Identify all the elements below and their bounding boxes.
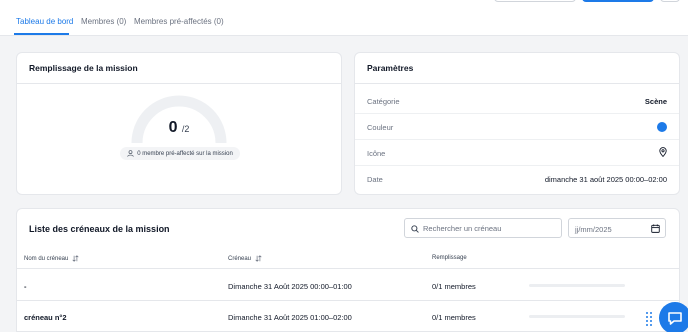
preassigned-badge: 0 membre pré-affecté sur la mission: [120, 147, 240, 160]
tab-preassigned-members[interactable]: Membres pré-affectés (0): [134, 17, 224, 26]
chat-button[interactable]: [659, 302, 688, 332]
param-label: Date: [367, 175, 383, 184]
param-row-date: Date dimanche 31 août 2025 00:00–02:00: [355, 166, 679, 192]
param-row-color: Couleur: [355, 114, 679, 140]
tab-members[interactable]: Membres (0): [81, 17, 126, 26]
parameters-card: Paramètres Catégorie Scène Couleur Icône…: [354, 52, 680, 195]
more-actions-button[interactable]: [660, 0, 680, 2]
slot-search-field: [404, 218, 562, 238]
slot-name: -: [24, 282, 27, 291]
slot-fill-label: 0/1 membres: [432, 313, 476, 322]
slots-table-header: Nom du créneau Créneau Remplissage: [17, 247, 679, 269]
category-value: Scène: [644, 97, 667, 106]
slot-time: Dimanche 31 Août 2025 01:00–02:00: [228, 313, 352, 322]
slot-time: Dimanche 31 Août 2025 00:00–01:00: [228, 282, 352, 291]
param-label: Icône: [367, 149, 386, 158]
card-title: Paramètres: [367, 63, 414, 73]
param-label: Couleur: [367, 123, 394, 132]
chat-icon: [668, 312, 682, 325]
filled-count: 0: [168, 119, 178, 136]
column-header-name[interactable]: Nom du créneau: [24, 255, 79, 262]
tab-bar: Tableau de bord Membres (0) Membres pré-…: [0, 0, 688, 36]
date-value: dimanche 31 août 2025 00:00–02:00: [544, 175, 667, 184]
divider: [355, 83, 679, 84]
tab-dashboard[interactable]: Tableau de bord: [16, 17, 73, 26]
param-label: Catégorie: [367, 97, 400, 106]
table-row[interactable]: - Dimanche 31 Août 2025 00:00–01:00 0/1 …: [17, 270, 679, 301]
divider: [17, 83, 341, 84]
slot-name: créneau n°2: [24, 313, 67, 322]
date-filter-input[interactable]: jj/mm/2025: [568, 218, 666, 238]
fill-count: 0 /2: [17, 119, 341, 137]
column-label: Nom du créneau: [24, 255, 69, 262]
param-row-icon: Icône: [355, 140, 679, 166]
total-count: /2: [181, 124, 190, 134]
color-swatch: [657, 122, 667, 132]
slot-fill-bar: [529, 315, 625, 318]
card-title: Liste des créneaux de la mission: [29, 224, 170, 234]
card-title: Remplissage de la mission: [29, 63, 138, 73]
map-pin-icon: [659, 147, 667, 157]
slot-fill-bar: [529, 284, 625, 287]
primary-action-button[interactable]: [582, 0, 654, 2]
drag-handle-icon[interactable]: [645, 311, 653, 327]
preassigned-label: 0 membre pré-affecté sur la mission: [137, 150, 233, 157]
sort-icon[interactable]: [72, 255, 79, 262]
table-row[interactable]: créneau n°2 Dimanche 31 Août 2025 01:00–…: [17, 301, 679, 332]
slots-list-card: Liste des créneaux de la mission jj/mm/2…: [16, 208, 680, 332]
param-row-category: Catégorie Scène: [355, 88, 679, 114]
secondary-action-button[interactable]: [494, 0, 576, 2]
column-header-slot[interactable]: Créneau: [228, 255, 262, 262]
column-label: Remplissage: [432, 255, 467, 261]
column-label: Créneau: [228, 255, 252, 262]
search-icon: [411, 225, 419, 233]
slot-search-input[interactable]: [423, 221, 557, 235]
mission-fill-card: Remplissage de la mission 0 /2 0 membre …: [16, 52, 342, 195]
slot-fill-label: 0/1 membres: [432, 282, 476, 291]
sort-icon[interactable]: [255, 255, 262, 262]
column-header-fill: Remplissage: [432, 255, 467, 261]
active-tab-indicator: [14, 33, 69, 35]
date-filter-value: jj/mm/2025: [575, 225, 612, 234]
calendar-icon[interactable]: [651, 224, 660, 233]
user-icon: [127, 150, 134, 157]
